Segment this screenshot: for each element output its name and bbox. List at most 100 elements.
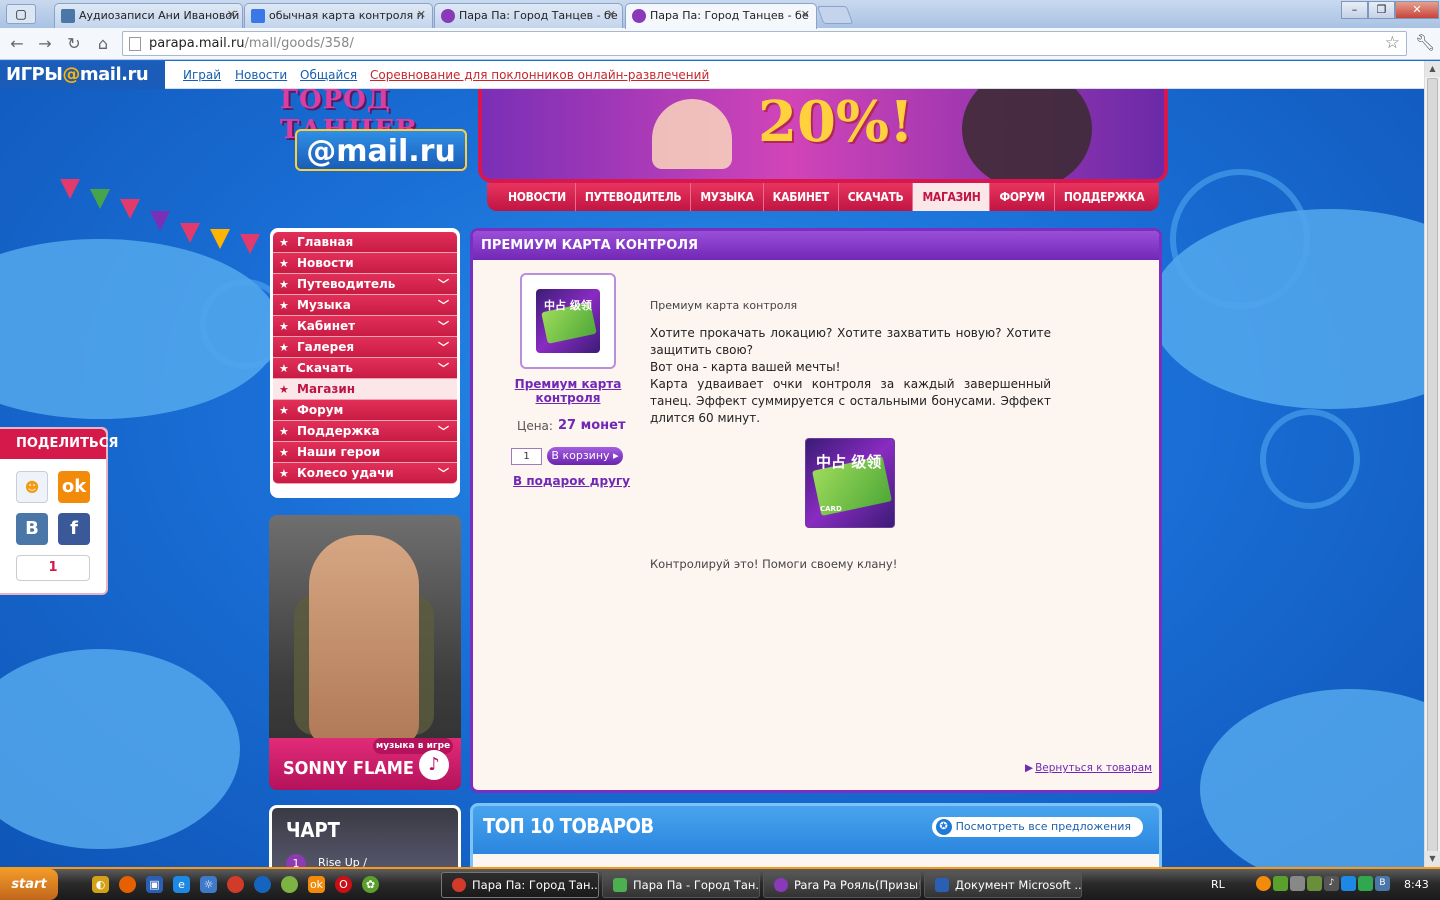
chrome-icon[interactable]	[227, 876, 244, 893]
browser-tab[interactable]: Аудиозаписи Ани Ивановой ✕	[54, 3, 243, 28]
opera-icon[interactable]: O	[335, 876, 352, 893]
see-all-offers-button[interactable]: ✪ Посмотреть все предложения	[931, 817, 1143, 837]
mailru-games-logo[interactable]: ИГРЫ@mail.ru	[0, 61, 165, 89]
odnoklassniki-icon[interactable]: ok	[308, 876, 325, 893]
promo-banner[interactable]: 20%!	[478, 89, 1168, 183]
side-menu-item-news[interactable]: ★ Новости	[273, 253, 457, 274]
tab-close-icon[interactable]: ✕	[607, 8, 616, 21]
back-to-goods-link[interactable]: ▶ Вернуться к товарам	[1025, 762, 1152, 774]
taskbar-item[interactable]: Para Pa Рояль(Призы!)	[763, 872, 921, 898]
back-icon[interactable]: ←	[6, 33, 28, 55]
taskbar-item[interactable]: Пара Па - Город Тан...	[602, 872, 760, 898]
product-thumbnail[interactable]: 中占 级领	[520, 273, 616, 369]
nav-support[interactable]: ПОДДЕРЖКА	[1055, 183, 1153, 211]
side-menu-item-music[interactable]: ★ Музыка ﹀	[273, 295, 457, 316]
product-panel-title: ПРЕМИУМ КАРТА КОНТРОЛЯ	[473, 231, 1159, 260]
artist-promo[interactable]: музыка в игре SONNY FLAME ♪	[269, 515, 461, 790]
star-icon: ★	[279, 236, 289, 249]
save-icon[interactable]: ▣	[146, 876, 163, 893]
address-bar[interactable]: parapa.mail.ru/mall/goods/358/ ☆	[122, 31, 1407, 56]
product-name-link[interactable]: Премиум карта контроля	[501, 377, 635, 405]
facebook-share-icon[interactable]: f	[58, 513, 90, 545]
side-menu-item-home[interactable]: ★ Главная	[273, 232, 457, 253]
scroll-thumb[interactable]	[1427, 78, 1438, 864]
forward-icon[interactable]: →	[34, 33, 56, 55]
vertical-scrollbar[interactable]: ▲ ▼	[1424, 61, 1440, 867]
nav-forum[interactable]: ФОРУМ	[990, 183, 1055, 211]
tray-icon[interactable]	[1307, 876, 1322, 891]
tray-icon[interactable]	[1358, 876, 1373, 891]
vkontakte-share-icon[interactable]: B	[16, 513, 48, 545]
tray-icon[interactable]	[1341, 876, 1356, 891]
browser-tab-active[interactable]: Пара Па: Город Танцев - бе ✕	[625, 3, 817, 29]
chevron-down-icon[interactable]: ﹀	[438, 463, 449, 484]
start-button[interactable]: start	[0, 869, 58, 900]
tray-icon[interactable]	[1256, 876, 1271, 891]
side-menu-item-forum[interactable]: ★ Форум	[273, 400, 457, 421]
nav-music[interactable]: МУЗЫКА	[691, 183, 764, 211]
quantity-input[interactable]: 1	[511, 448, 542, 465]
minimize-button[interactable]: –	[1341, 1, 1368, 19]
quicklaunch-icon[interactable]: ☼	[200, 876, 217, 893]
side-menu-item-download[interactable]: ★ Скачать ﹀	[273, 358, 457, 379]
reload-icon[interactable]: ↻	[63, 33, 85, 55]
scroll-up-icon[interactable]: ▲	[1425, 61, 1440, 77]
chevron-down-icon[interactable]: ﹀	[438, 421, 449, 442]
tray-icon[interactable]	[1290, 876, 1305, 891]
vk-tray-icon[interactable]: B	[1375, 876, 1390, 891]
close-window-button[interactable]: ✕	[1395, 1, 1439, 19]
home-icon[interactable]: ⌂	[92, 33, 114, 55]
side-menu-item-support[interactable]: ★ Поддержка ﹀	[273, 421, 457, 442]
chevron-down-icon[interactable]: ﹀	[438, 316, 449, 337]
mailbar-link-play[interactable]: Играй	[183, 68, 221, 82]
side-menu-item-cabinet[interactable]: ★ Кабинет ﹀	[273, 316, 457, 337]
gift-to-friend-link[interactable]: В подарок другу	[513, 474, 630, 488]
moimir-share-icon[interactable]: ☻	[16, 471, 48, 503]
quicklaunch-icon[interactable]	[281, 876, 298, 893]
mailbar-link-news[interactable]: Новости	[235, 68, 287, 82]
nav-shop[interactable]: МАГАЗИН	[913, 183, 991, 211]
taskbar-item[interactable]: Пара Па: Город Тан...	[441, 872, 599, 898]
game-logo[interactable]: ГОРОД ТАНЦЕВ @mail.ru	[280, 89, 480, 174]
browser-tab[interactable]: Пара Па: Город Танцев - бе ✕	[434, 3, 623, 28]
chevron-down-icon[interactable]: ﹀	[438, 274, 449, 295]
nav-download[interactable]: СКАЧАТЬ	[839, 183, 914, 211]
side-menu-item-heroes[interactable]: ★ Наши герои	[273, 442, 457, 463]
taskbar-item[interactable]: Документ Microsoft ...	[924, 872, 1082, 898]
side-menu-item-shop[interactable]: ★ Магазин	[273, 379, 457, 400]
side-menu-item-wheel[interactable]: ★ Колесо удачи ﹀	[273, 463, 457, 484]
new-tab-button[interactable]	[816, 6, 854, 24]
side-menu-item-guide[interactable]: ★ Путеводитель ﹀	[273, 274, 457, 295]
tab-close-icon[interactable]: ✕	[801, 8, 810, 21]
nav-news[interactable]: НОВОСТИ	[487, 183, 576, 211]
browser-menu-icon[interactable]: ▢	[6, 4, 36, 24]
nav-guide[interactable]: ПУТЕВОДИТЕЛЬ	[576, 183, 692, 211]
mailbar-link-contest[interactable]: Соревнование для поклонников онлайн-разв…	[370, 68, 709, 82]
side-menu-item-gallery[interactable]: ★ Галерея ﹀	[273, 337, 457, 358]
chrome-icon	[452, 878, 466, 892]
odnoklassniki-share-icon[interactable]: ok	[58, 471, 90, 503]
add-to-cart-button[interactable]: В корзину ▸	[547, 447, 623, 465]
scroll-down-icon[interactable]: ▼	[1425, 851, 1440, 867]
wrench-icon[interactable]: 🔧︎	[1415, 33, 1435, 52]
ie-icon[interactable]: e	[173, 876, 190, 893]
chevron-down-icon[interactable]: ﹀	[438, 295, 449, 316]
chevron-down-icon[interactable]: ﹀	[438, 337, 449, 358]
chevron-down-icon[interactable]: ﹀	[438, 358, 449, 379]
maximize-button[interactable]: ❐	[1368, 1, 1395, 19]
bookmark-star-icon[interactable]: ☆	[1385, 33, 1400, 53]
icq-icon[interactable]: ✿	[362, 876, 379, 893]
tab-close-icon[interactable]: ✕	[417, 8, 426, 21]
nav-cabinet[interactable]: КАБИНЕТ	[764, 183, 839, 211]
tab-close-icon[interactable]: ✕	[227, 8, 236, 21]
tray-icon[interactable]	[1273, 876, 1288, 891]
quicklaunch-icon[interactable]: ◐	[92, 876, 109, 893]
firefox-icon[interactable]	[119, 876, 136, 893]
language-indicator[interactable]: RL	[1211, 878, 1225, 891]
music-note-icon[interactable]: ♪	[419, 750, 449, 780]
quicklaunch-icon[interactable]	[254, 876, 271, 893]
plus-star-icon: ✪	[935, 819, 952, 835]
volume-icon[interactable]: ♪	[1324, 876, 1339, 891]
mailbar-link-social[interactable]: Общайся	[300, 68, 357, 82]
browser-tab[interactable]: обычная карта контроля п ✕	[244, 3, 433, 28]
